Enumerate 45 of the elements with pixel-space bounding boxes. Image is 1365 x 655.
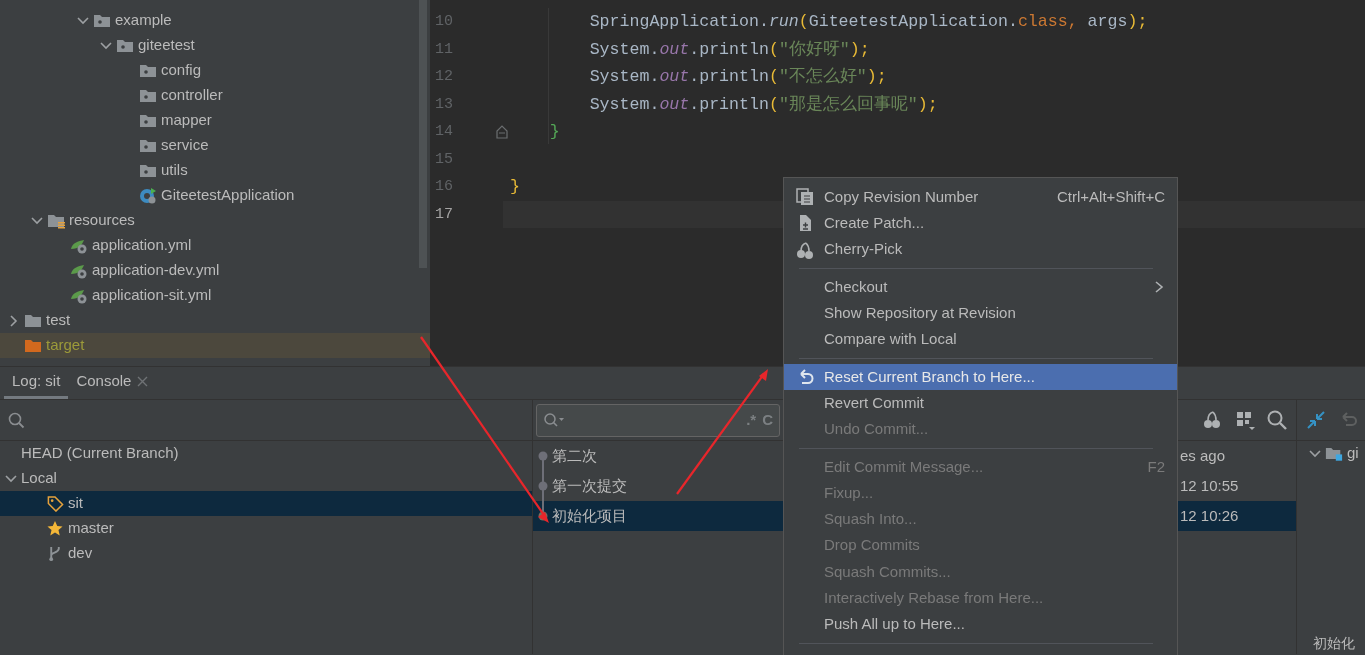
commit-message: 第一次提交 <box>552 476 627 494</box>
code-token: "不怎么好" <box>778 67 867 86</box>
code-token: , <box>1067 12 1079 31</box>
commit-date: es ago <box>1180 445 1226 466</box>
code-token: ); <box>849 39 870 59</box>
code-token: args <box>1087 12 1128 31</box>
commit-date: 12 10:26 <box>1180 505 1239 526</box>
code-token: } <box>510 177 520 196</box>
shortcut-text: Ctrl+Alt+Shift+C <box>1057 186 1165 207</box>
code-token: ( <box>768 67 779 86</box>
code-token: class <box>1017 12 1068 31</box>
line-number: 14 <box>435 123 453 140</box>
line-number: 17 <box>435 205 453 223</box>
commit-message: 初始化项目 <box>552 506 627 524</box>
code-token: out <box>659 94 690 114</box>
code-token: GiteetestApplication. <box>808 12 1018 31</box>
code-token: .println <box>689 94 769 114</box>
code-token: } <box>548 122 560 141</box>
line-number: 15 <box>435 150 453 168</box>
code-token: ( <box>798 12 809 31</box>
line-number: 11 <box>435 40 453 58</box>
shortcut-text: F2 <box>1147 456 1165 477</box>
code-token: .println <box>689 39 769 59</box>
commit-message: 第二次 <box>552 446 597 464</box>
line-number: 16 <box>435 178 453 195</box>
code-token: run <box>768 12 799 31</box>
code-token: ( <box>768 39 779 59</box>
code-token: out <box>659 39 690 59</box>
tree-item: 初始化 <box>1313 634 1355 653</box>
code-token: System. <box>588 39 660 59</box>
code-token: "你好呀" <box>778 39 850 59</box>
line-number: 12 <box>435 68 453 85</box>
code-token: System. <box>588 94 660 114</box>
code-token: ( <box>768 94 779 114</box>
code-token: SpringApplication. <box>588 12 769 31</box>
code-token: ); <box>1127 12 1148 31</box>
code-token: "那是怎么回事呢" <box>778 94 918 114</box>
code-token: .println <box>689 67 769 86</box>
code-token: ); <box>917 94 938 114</box>
code-token: ); <box>866 67 887 86</box>
code-token: out <box>659 67 690 86</box>
code-token: System. <box>588 67 660 86</box>
line-number: 10 <box>435 13 453 30</box>
line-number: 13 <box>435 95 453 113</box>
commit-date: 12 10:55 <box>1180 475 1239 496</box>
